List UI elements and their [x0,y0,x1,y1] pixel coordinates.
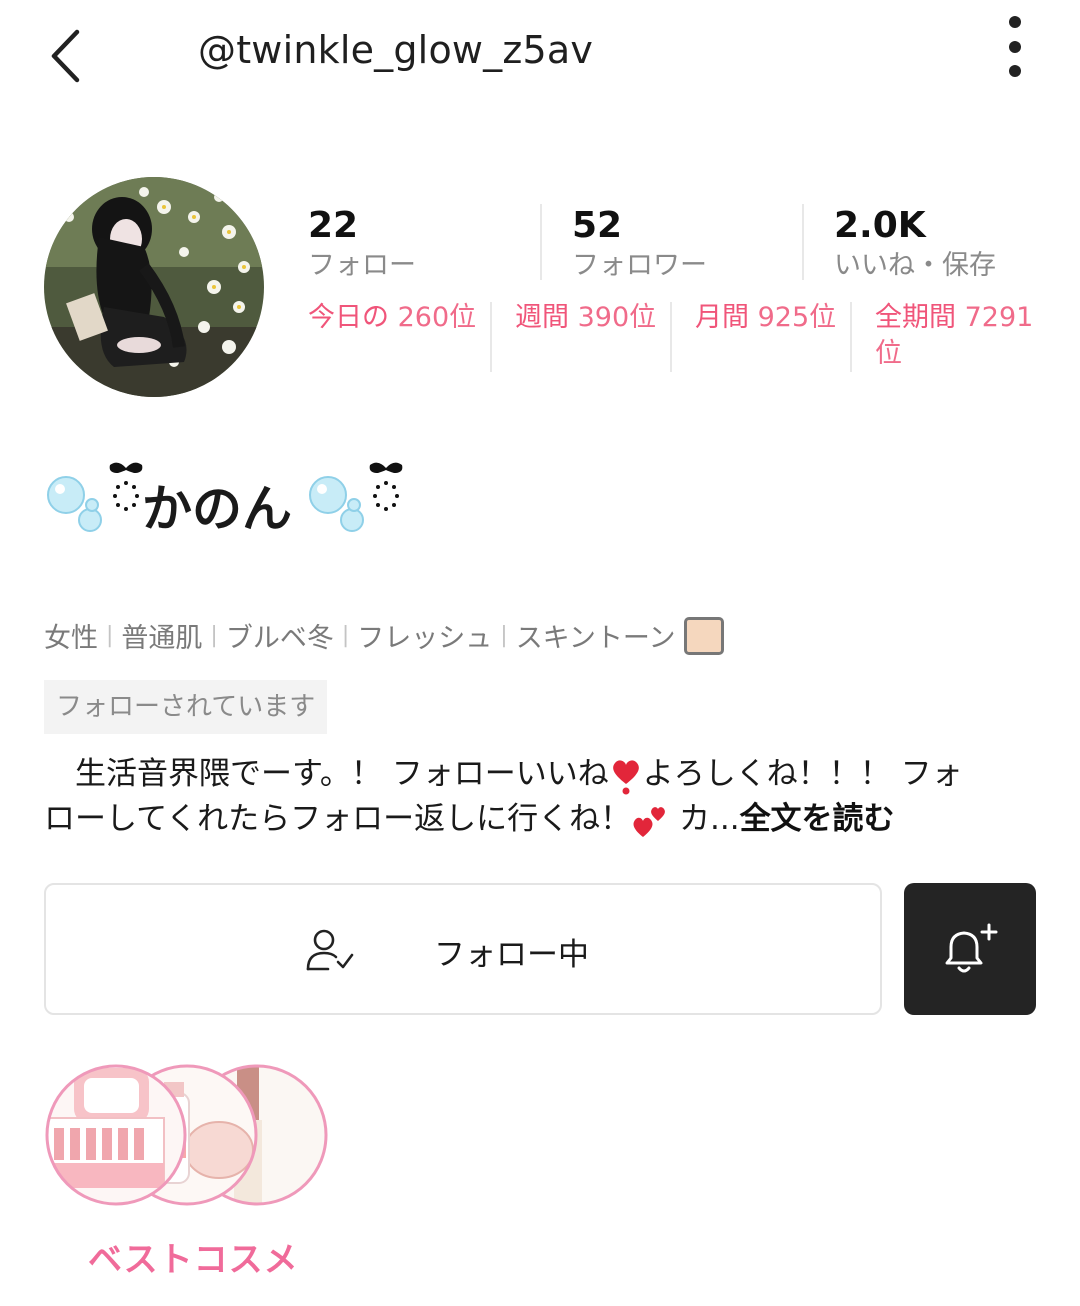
following-count: 22 [308,205,359,246]
back-button[interactable] [44,26,94,86]
tag-skin-type: 普通肌 [121,623,203,654]
best-cosmetics-collection[interactable] [44,1058,344,1218]
bio-text: よろしくね！！！ フォ [642,756,963,792]
ranking-label: 今日の [308,302,389,333]
likes-label: いいね・保存 [834,250,996,281]
nickname: かのん [142,480,292,538]
skin-tone-swatch [683,616,724,655]
ranking-monthly[interactable]: 月間 925位 [695,300,836,336]
followers-label: フォロワー [572,250,707,281]
tag-skin-tone: スキントーン [515,623,676,654]
stat-followers[interactable]: 52 フォロワー [572,204,707,284]
profile-handle: @twinkle_glow_z5av [198,28,594,72]
divider [540,204,542,280]
bio-text: ローしてくれたらフォロー返しに行くね！ [44,801,632,837]
best-cosmetics-label: ベストコスメ [88,1240,299,1280]
ribbon-icon [109,462,143,511]
two-hearts-icon [633,806,666,837]
tag-tone: フレッシュ [357,623,493,654]
follows-you-badge: フォローされています [44,680,328,734]
heart-exclamation-icon [612,759,639,794]
bell-plus-icon [945,923,998,973]
avatar[interactable] [44,177,264,397]
chevron-left-icon [51,29,80,83]
following-label: フォロー中 [434,937,589,973]
notify-button[interactable] [904,883,1036,1015]
bio-text: 生活音界隈でーす。！ フォローいいね [44,756,609,792]
tag-gender: 女性 [44,623,98,654]
profile-tags: 女性 | 普通肌 | ブルベ冬 | フレッシュ | スキントーン [44,616,724,655]
divider [850,302,852,372]
following-button[interactable]: フォロー中 [44,883,882,1015]
ranking-label: 全期間 [875,302,956,333]
user-check-icon [306,929,354,971]
bio-text: カ... [669,801,740,837]
stat-following[interactable]: 22 フォロー [308,204,416,284]
following-label: フォロー [308,250,416,281]
likes-count: 2.0K [834,205,926,246]
ranking-value: 925位 [757,302,837,333]
tag-personal-color: ブルベ冬 [225,623,334,654]
nickname-row: かのん [44,455,444,538]
ranking-label: 週間 [515,302,569,333]
followers-count: 52 [572,205,623,246]
ribbon-icon [369,462,403,511]
collection-thumbnails [45,1064,328,1206]
divider [670,302,672,372]
ranking-today[interactable]: 今日の 260位 [308,300,476,336]
bio[interactable]: 生活音界隈でーす。！ フォローいいね よろしくね！！！ フォ ローしてくれたらフォ… [44,752,1034,842]
ranking-label: 月間 [695,302,749,333]
stat-likes[interactable]: 2.0K いいね・保存 [834,204,996,284]
top-bar: @twinkle_glow_z5av [0,0,1080,110]
ranking-alltime[interactable]: 全期間 7291位 [875,300,1035,372]
divider [802,204,804,280]
ranking-weekly[interactable]: 週間 390位 [515,300,656,336]
ranking-value: 390位 [577,302,657,333]
ranking-value: 260位 [397,302,477,333]
divider [490,302,492,372]
more-options-button[interactable] [995,10,1035,84]
read-more-link[interactable]: 全文を読む [740,801,895,837]
